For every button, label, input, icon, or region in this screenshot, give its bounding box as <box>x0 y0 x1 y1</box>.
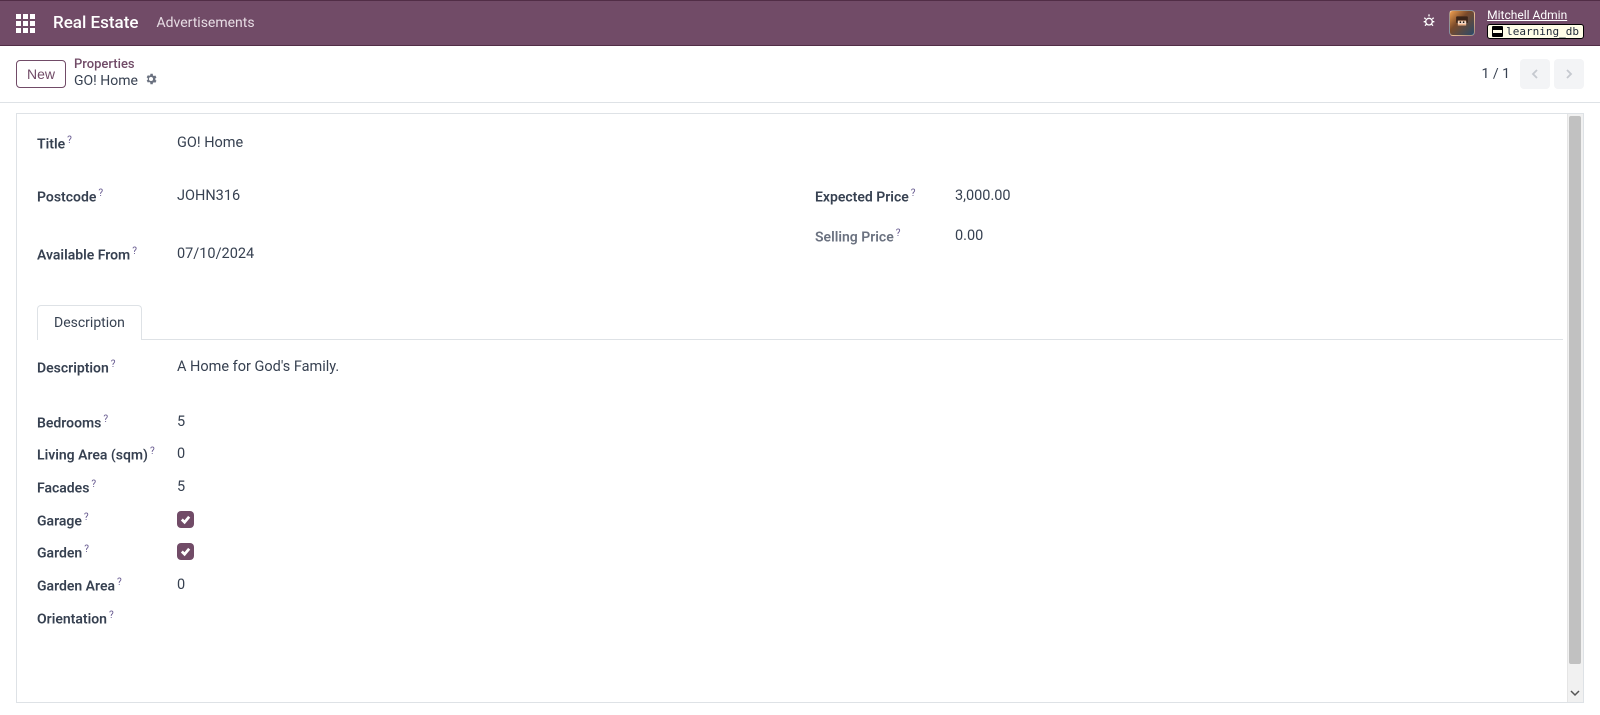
help-icon[interactable]: ? <box>67 135 72 146</box>
field-garden-area: Garden Area? 0 <box>37 576 1563 595</box>
postcode-value[interactable]: JOHN316 <box>177 187 240 204</box>
field-bedrooms: Bedrooms? 5 <box>37 413 1563 432</box>
living-area-value[interactable]: 0 <box>177 445 185 462</box>
field-available-from: Available From? 07/10/2024 <box>37 245 785 264</box>
tabs: Description <box>37 304 1563 340</box>
help-icon[interactable]: ? <box>91 479 96 490</box>
pager-prev-button[interactable] <box>1520 59 1550 89</box>
help-icon[interactable]: ? <box>896 228 901 239</box>
garden-checkbox[interactable] <box>177 543 194 560</box>
debug-icon[interactable] <box>1421 13 1437 33</box>
field-description: Description? A Home for God's Family. <box>37 358 1563 377</box>
help-icon[interactable]: ? <box>132 246 137 257</box>
help-icon[interactable]: ? <box>109 610 114 621</box>
pager-next-button[interactable] <box>1554 59 1584 89</box>
expected-price-value[interactable]: 3,000.00 <box>955 187 1011 204</box>
selling-price-value: 0.00 <box>955 227 983 244</box>
bedrooms-value[interactable]: 5 <box>177 413 185 430</box>
database-badge[interactable]: learning_db <box>1487 24 1584 39</box>
breadcrumb: Properties GO! Home <box>74 57 158 91</box>
field-expected-price: Expected Price? 3,000.00 <box>815 187 1563 206</box>
control-panel: New Properties GO! Home 1 / 1 <box>0 46 1600 103</box>
app-name[interactable]: Real Estate <box>53 13 138 33</box>
facades-value[interactable]: 5 <box>177 478 185 495</box>
garage-checkbox[interactable] <box>177 511 194 528</box>
nav-advertisements[interactable]: Advertisements <box>156 15 254 31</box>
field-title: Title? GO! Home <box>37 134 1563 153</box>
breadcrumb-current: GO! Home <box>74 72 158 91</box>
help-icon[interactable]: ? <box>98 188 103 199</box>
top-navbar: Real Estate Advertisements Mitchell Admi… <box>0 0 1600 46</box>
form-sheet: Title? GO! Home Postcode? JOHN316 Availa… <box>16 113 1584 703</box>
scrollbar[interactable] <box>1567 114 1583 702</box>
field-facades: Facades? 5 <box>37 478 1563 497</box>
user-avatar[interactable] <box>1449 10 1475 36</box>
help-icon[interactable]: ? <box>911 188 916 199</box>
field-orientation: Orientation? <box>37 609 1563 628</box>
gear-icon[interactable] <box>144 72 158 91</box>
user-name-link[interactable]: Mitchell Admin <box>1487 8 1567 22</box>
pager-text[interactable]: 1 / 1 <box>1482 66 1510 82</box>
title-value[interactable]: GO! Home <box>177 134 243 151</box>
help-icon[interactable]: ? <box>84 512 89 523</box>
breadcrumb-parent[interactable]: Properties <box>74 57 158 73</box>
help-icon[interactable]: ? <box>84 544 89 555</box>
scrollbar-thumb[interactable] <box>1569 116 1581 664</box>
help-icon[interactable]: ? <box>150 446 155 457</box>
field-selling-price: Selling Price? 0.00 <box>815 227 1563 246</box>
description-value[interactable]: A Home for God's Family. <box>177 358 339 375</box>
field-living-area: Living Area (sqm)? 0 <box>37 445 1563 464</box>
garden-area-value[interactable]: 0 <box>177 576 185 593</box>
help-icon[interactable]: ? <box>111 359 116 370</box>
scrollbar-down-icon[interactable] <box>1567 684 1583 702</box>
help-icon[interactable]: ? <box>117 577 122 588</box>
field-postcode: Postcode? JOHN316 <box>37 187 785 206</box>
field-garden: Garden? <box>37 543 1563 562</box>
field-garage: Garage? <box>37 511 1563 530</box>
new-button[interactable]: New <box>16 60 66 88</box>
available-from-value[interactable]: 07/10/2024 <box>177 245 254 262</box>
apps-launcher-icon[interactable] <box>16 14 35 33</box>
tab-description[interactable]: Description <box>37 305 142 340</box>
help-icon[interactable]: ? <box>103 414 108 425</box>
